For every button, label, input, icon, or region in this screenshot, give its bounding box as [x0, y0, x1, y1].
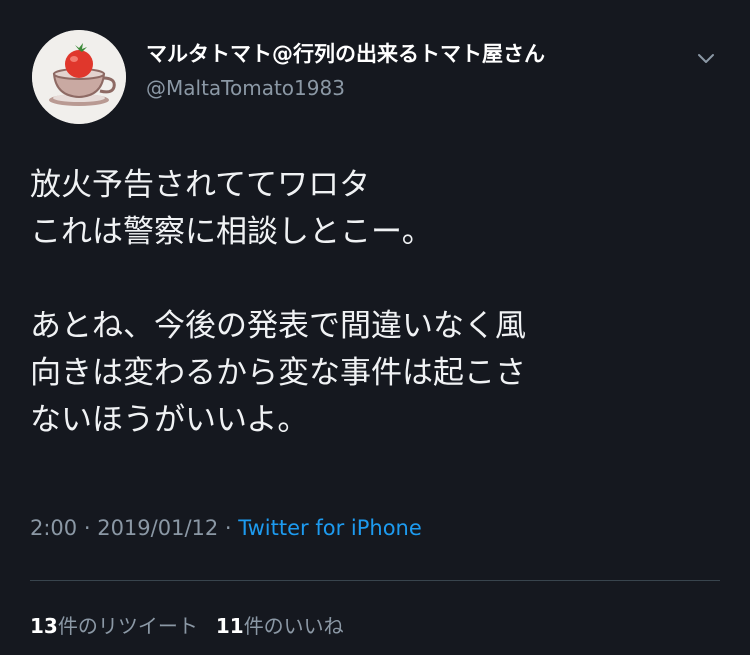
- retweet-label: 件のリツイート: [57, 614, 198, 638]
- tweet-text-line: 向きは変わるから変な事件は起こさ: [30, 355, 526, 391]
- tweet-date[interactable]: 2019/01/12: [97, 516, 218, 540]
- retweet-count: 13: [30, 614, 58, 638]
- display-name[interactable]: マルタトマト@行列の出来るトマト屋さん: [146, 38, 545, 68]
- meta-separator: ·: [218, 516, 239, 540]
- meta-separator: ·: [77, 516, 98, 540]
- tweet-text-line: これは警察に相談しとこー。: [30, 214, 433, 250]
- tweet-card: マルタトマト@行列の出来るトマト屋さん @MaltaTomato1983 放火予…: [0, 0, 750, 655]
- tweet-text-line: あとね、今後の発表で間違いなく風: [30, 308, 526, 344]
- tweet-time[interactable]: 2:00: [30, 516, 77, 540]
- tweet-text-paragraph-1: 放火予告されててワロタ これは警察に相談しとこー。: [30, 162, 720, 256]
- like-stat[interactable]: 11件のいいね: [216, 614, 344, 638]
- like-count: 11: [215, 614, 244, 638]
- tweet-text-paragraph-2: あとね、今後の発表で間違いなく風 向きは変わるから変な事件は起こさ ないほうがい…: [30, 303, 720, 444]
- tomato-teacup-icon: [32, 30, 126, 124]
- tweet-stats: 13件のリツイート 11件のいいね: [30, 610, 344, 639]
- tweet-text-line: 放火予告されててワロタ: [30, 167, 371, 203]
- avatar[interactable]: [32, 30, 126, 124]
- retweet-stat[interactable]: 13件のリツイート: [30, 614, 198, 638]
- tweet-text-line: ないほうがいいよ。: [30, 402, 309, 438]
- tweet-metadata: 2:00 · 2019/01/12 · Twitter for iPhone: [30, 516, 422, 540]
- tweet-source-link[interactable]: Twitter for iPhone: [238, 516, 422, 540]
- user-handle[interactable]: @MaltaTomato1983: [146, 76, 345, 100]
- like-label: 件のいいね: [243, 614, 344, 638]
- divider: [30, 580, 720, 581]
- chevron-down-icon[interactable]: [692, 44, 720, 72]
